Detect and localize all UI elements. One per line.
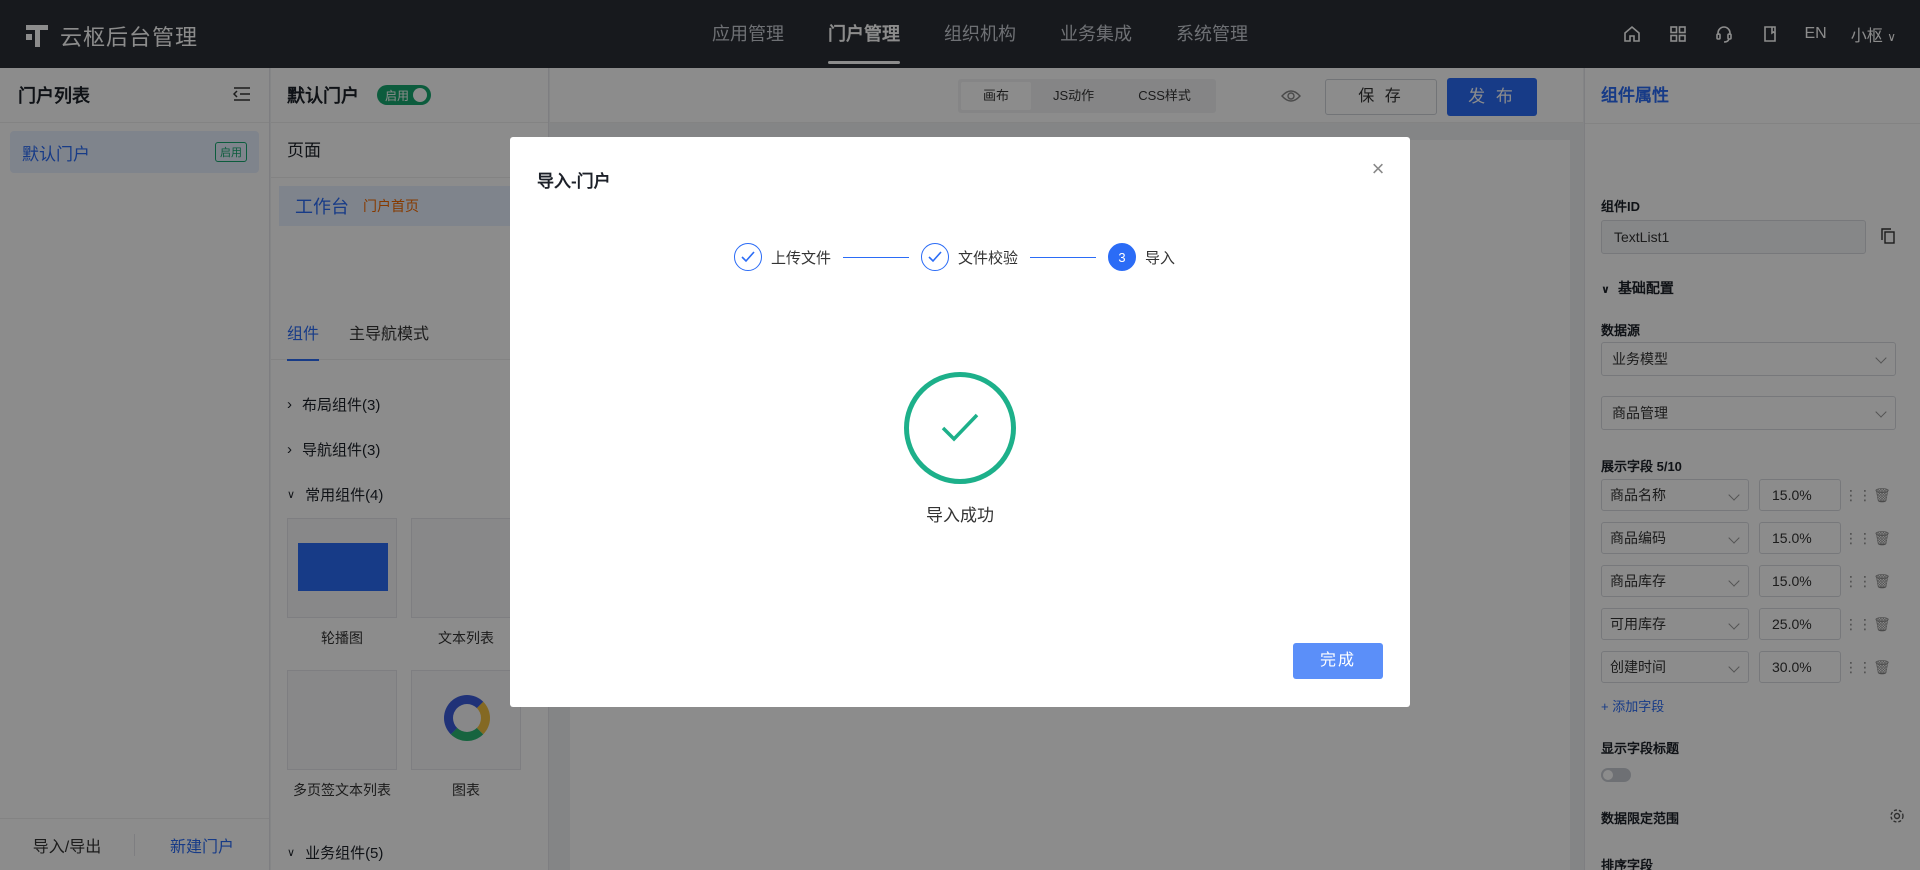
dialog-title: 导入-门户 xyxy=(537,172,611,191)
step-connector xyxy=(1030,256,1097,258)
import-steps: 上传文件 文件校验 3 导入 xyxy=(734,243,1175,271)
check-icon xyxy=(921,243,950,271)
close-icon[interactable]: × xyxy=(1368,158,1388,180)
import-result-text: 导入成功 xyxy=(926,506,994,525)
step-label: 导入 xyxy=(1145,249,1176,267)
step-number: 3 xyxy=(1108,243,1137,271)
step-label: 上传文件 xyxy=(771,249,832,267)
import-portal-dialog: 导入-门户 × 上传文件 文件校验 3 导入 导入成功 完成 xyxy=(510,137,1410,707)
step-connector xyxy=(843,256,910,258)
step-import: 3 导入 xyxy=(1108,243,1175,271)
step-upload: 上传文件 xyxy=(734,243,831,271)
check-icon xyxy=(734,243,762,271)
success-check-icon xyxy=(904,372,1016,484)
step-label: 文件校验 xyxy=(958,249,1019,267)
done-button[interactable]: 完成 xyxy=(1293,643,1383,679)
step-validate: 文件校验 xyxy=(921,243,1018,271)
